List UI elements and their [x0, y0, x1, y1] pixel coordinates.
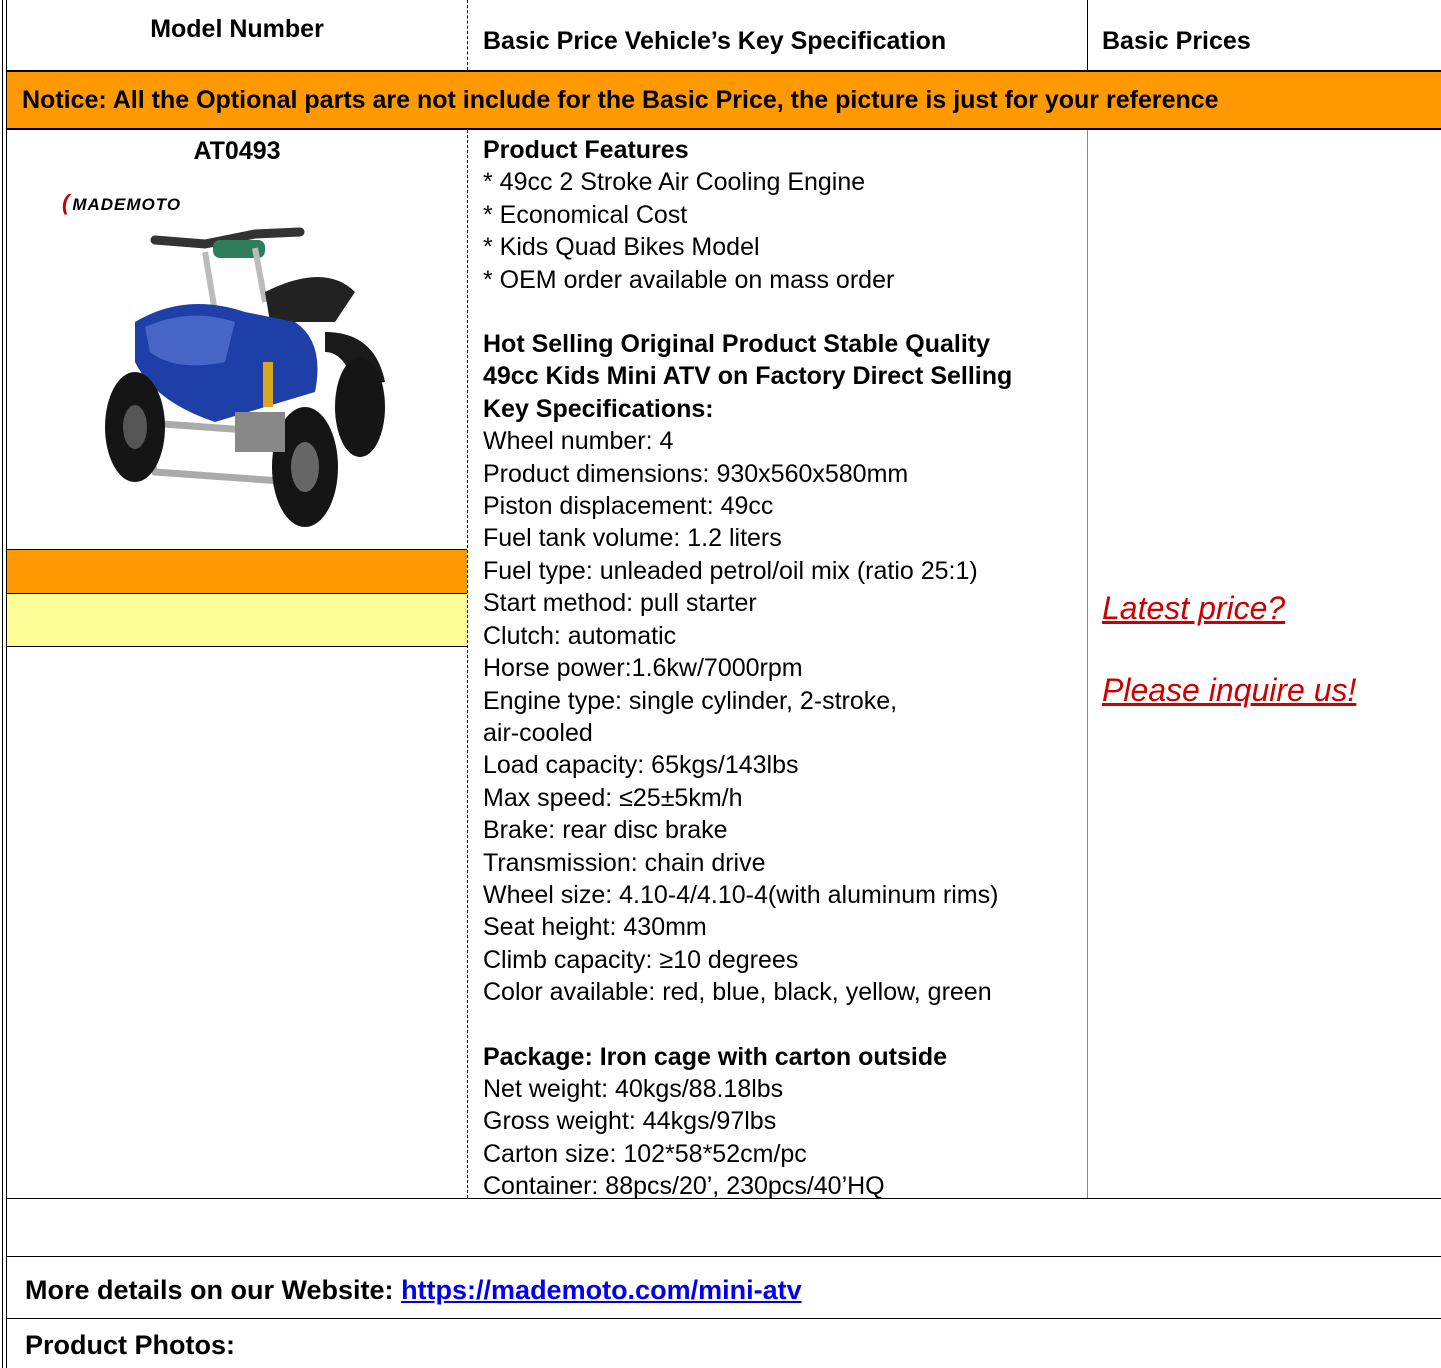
package-item: Gross weight: 44kgs/97lbs	[483, 1107, 777, 1136]
logo-swoosh-icon: (	[62, 190, 71, 215]
spec-item: air-cooled	[483, 718, 593, 747]
feature-item: * OEM order available on mass order	[483, 265, 895, 294]
spec-item: Product dimensions: 930x560x580mm	[483, 459, 909, 488]
feature-item: * 49cc 2 Stroke Air Cooling Engine	[483, 168, 866, 197]
spec-item: Start method: pull starter	[483, 589, 757, 618]
latest-price-link[interactable]: Latest price?	[1102, 590, 1285, 627]
orange-option-bar	[7, 549, 467, 594]
notice-text: Notice: All the Optional parts are not i…	[22, 85, 1219, 114]
spec-sheet: Model Number Basic Price Vehicle’s Key S…	[0, 0, 1441, 1368]
spec-item: Fuel tank volume: 1.2 liters	[483, 524, 782, 553]
package-item: Net weight: 40kgs/88.18lbs	[483, 1074, 784, 1103]
spec-item: Clutch: automatic	[483, 621, 677, 650]
website-row: More details on our Website: https://mad…	[25, 1275, 802, 1306]
left-border	[2, 0, 7, 1368]
yellow-option-bar	[7, 594, 467, 647]
feature-item: * Economical Cost	[483, 200, 688, 229]
product-photos-label: Product Photos:	[25, 1330, 235, 1360]
spec-item: Climb capacity: ≥10 degrees	[483, 945, 799, 974]
row-divider	[7, 1198, 1441, 1199]
feature-item: * Kids Quad Bikes Model	[483, 233, 760, 262]
package-title: Package: Iron cage with carton outside	[483, 1042, 948, 1071]
header-basic-prices: Basic Prices	[1102, 26, 1251, 55]
header-divider	[1087, 0, 1088, 70]
spec-item: Piston displacement: 49cc	[483, 492, 774, 521]
spec-item: Horse power:1.6kw/7000rpm	[483, 654, 803, 683]
spec-item: Color available: red, blue, black, yello…	[483, 978, 992, 1007]
row-divider	[7, 1318, 1441, 1319]
spec-item: Seat height: 430mm	[483, 913, 707, 942]
spec-item: Fuel type: unleaded petrol/oil mix (rati…	[483, 556, 978, 585]
model-number: AT0493	[193, 137, 281, 165]
row-divider	[7, 1256, 1441, 1257]
features-title: Product Features	[483, 136, 689, 164]
header-key-specification: Basic Price Vehicle’s Key Specification	[483, 26, 947, 55]
spec-item: Max speed: ≤25±5km/h	[483, 783, 743, 812]
brand-logo: (MADEMOTO	[62, 190, 181, 216]
column-divider	[467, 130, 468, 1198]
specification-block: Product Features * 49cc 2 Stroke Air Coo…	[483, 134, 1083, 1203]
package-item: Carton size: 102*58*52cm/pc	[483, 1139, 807, 1168]
website-link[interactable]: https://mademoto.com/mini-atv	[401, 1275, 802, 1305]
header-divider	[467, 0, 468, 70]
key-specs-title: Key Specifications:	[483, 394, 714, 423]
logo-text: MADEMOTO	[72, 195, 182, 214]
notice-banner: Notice: All the Optional parts are not i…	[7, 70, 1441, 130]
headline-line: 49cc Kids Mini ATV on Factory Direct Sel…	[483, 362, 1013, 391]
header-model-number: Model Number	[150, 14, 324, 43]
spec-item: Wheel number: 4	[483, 427, 674, 456]
spec-item: Load capacity: 65kgs/143lbs	[483, 751, 799, 780]
inquire-link[interactable]: Please inquire us!	[1102, 672, 1356, 709]
spec-item: Engine type: single cylinder, 2-stroke,	[483, 686, 898, 715]
spec-item: Transmission: chain drive	[483, 848, 766, 877]
spec-item: Brake: rear disc brake	[483, 816, 728, 845]
atv-product-image	[105, 227, 385, 527]
column-divider	[1087, 130, 1088, 1198]
website-label: More details on our Website:	[25, 1275, 402, 1305]
headline-line: Hot Selling Original Product Stable Qual…	[483, 330, 991, 359]
spec-item: Wheel size: 4.10-4/4.10-4(with aluminum …	[483, 880, 999, 909]
